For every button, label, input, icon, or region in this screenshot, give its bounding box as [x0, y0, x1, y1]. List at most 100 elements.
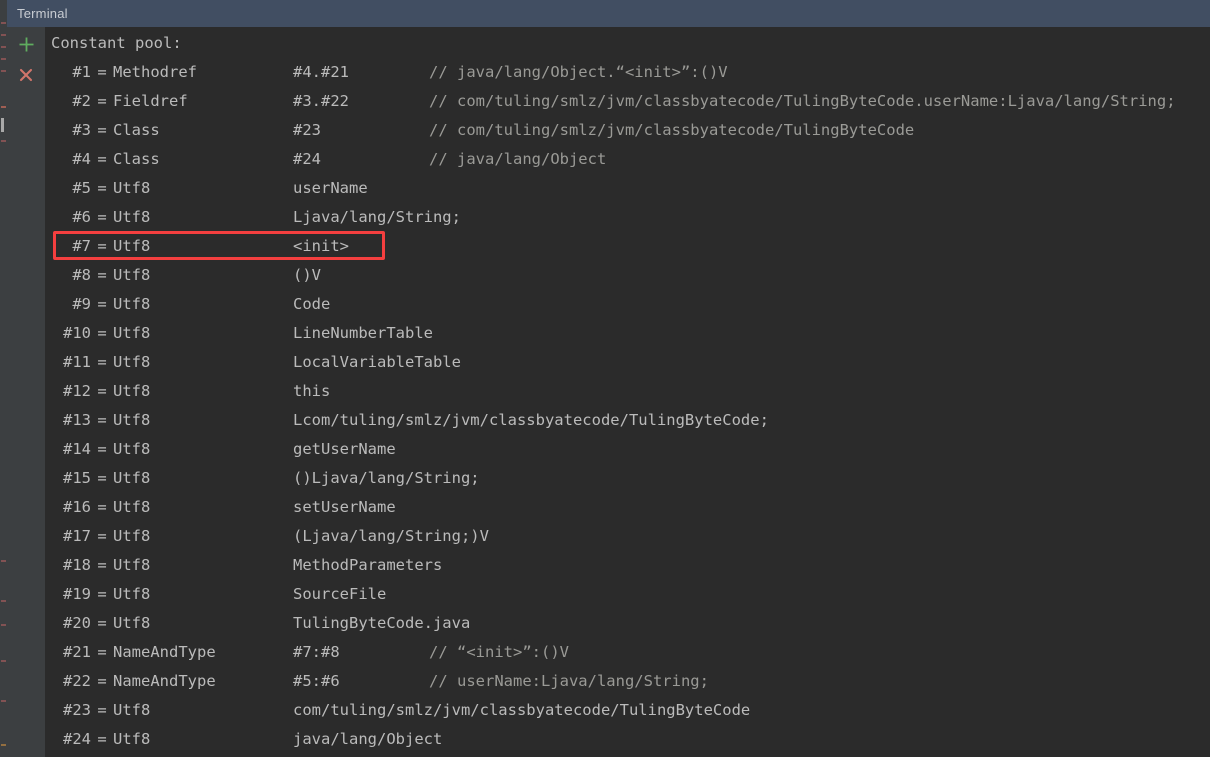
constant-pool-entry: #8 = Utf8 ()V [51, 261, 321, 290]
entry-equals: = [97, 440, 107, 458]
entry-index: #23 [63, 701, 91, 719]
entry-equals: = [97, 237, 107, 255]
caret-position-marker [1, 118, 4, 132]
analysis-marker [1, 600, 6, 602]
entry-type: Utf8 [113, 266, 151, 284]
constant-pool-entry: #3 = Class #23 // com/tuling/smlz/jvm/classb… [51, 116, 914, 145]
entry-comment: // com/tuling/smlz/jvm/classbyatecode/Tu… [429, 92, 1176, 110]
constant-pool-entry: #19 = Utf8 SourceFile [51, 580, 386, 609]
entry-type: Utf8 [113, 527, 151, 545]
entry-index: #18 [63, 556, 91, 574]
entry-equals: = [97, 324, 107, 342]
entry-index: #12 [63, 382, 91, 400]
terminal-output[interactable]: Constant pool: #1 = Methodref #4.#21 // java… [46, 27, 1210, 757]
entry-value: LineNumberTable [293, 324, 433, 342]
entry-equals: = [97, 266, 107, 284]
constant-pool-entry: #7 = Utf8 <init> [51, 232, 349, 261]
constant-pool-entry: #20 = Utf8 TulingByteCode.java [51, 609, 470, 638]
entry-type: Utf8 [113, 730, 151, 748]
entry-equals: = [97, 63, 107, 81]
entry-index: #3 [72, 121, 91, 139]
constant-pool-header: Constant pool: [51, 34, 182, 52]
constant-pool-entry: #15 = Utf8 ()Ljava/lang/String; [51, 464, 480, 493]
constant-pool-entry: #21 = NameAndType #7:#8 // “<init>”:()V [51, 638, 569, 667]
entry-type: Utf8 [113, 440, 151, 458]
entry-value: #23 [293, 121, 321, 139]
entry-value: SourceFile [293, 585, 387, 603]
entry-type: Utf8 [113, 324, 151, 342]
constant-pool-entry: #10 = Utf8 LineNumberTable [51, 319, 433, 348]
entry-equals: = [97, 353, 107, 371]
entry-type: Utf8 [113, 469, 151, 487]
entry-value: getUserName [293, 440, 396, 458]
entry-type: Utf8 [113, 701, 151, 719]
entry-index: #15 [63, 469, 91, 487]
editor-marker-strip[interactable] [0, 0, 7, 757]
entry-equals: = [97, 527, 107, 545]
entry-type: Utf8 [113, 411, 151, 429]
entry-type: Utf8 [113, 208, 151, 226]
tab-terminal[interactable]: Terminal [17, 5, 68, 22]
constant-pool-entry: #22 = NameAndType #5:#6 // userName:Ljava/la… [51, 667, 709, 696]
entry-value: #24 [293, 150, 321, 168]
close-session-button[interactable] [14, 63, 38, 87]
constant-pool-entry: #23 = Utf8 com/tuling/smlz/jvm/classbyateco… [51, 696, 750, 725]
entry-index: #9 [72, 295, 91, 313]
entry-index: #14 [63, 440, 91, 458]
entry-equals: = [97, 295, 107, 313]
entry-type: Utf8 [113, 295, 151, 313]
ide-terminal-window: Terminal Constant pool: #1 = Methodref #4.#… [0, 0, 1210, 757]
entry-index: #10 [63, 324, 91, 342]
entry-value: setUserName [293, 498, 396, 516]
analysis-marker [1, 106, 6, 108]
constant-pool-entry: #9 = Utf8 Code [51, 290, 330, 319]
entry-index: #4 [72, 150, 91, 168]
entry-type: Utf8 [113, 237, 151, 255]
entry-equals: = [97, 672, 107, 690]
constant-pool-entry: #5 = Utf8 userName [51, 174, 368, 203]
entry-index: #19 [63, 585, 91, 603]
entry-index: #16 [63, 498, 91, 516]
entry-index: #24 [63, 730, 91, 748]
entry-type: NameAndType [113, 672, 216, 690]
plus-icon [18, 36, 35, 53]
entry-index: #22 [63, 672, 91, 690]
entry-value: userName [293, 179, 368, 197]
entry-comment: // java/lang/Object.“<init>”:()V [429, 63, 728, 81]
entry-type: Utf8 [113, 614, 151, 632]
entry-equals: = [97, 121, 107, 139]
entry-type: Utf8 [113, 382, 151, 400]
entry-value: ()Ljava/lang/String; [293, 469, 480, 487]
entry-index: #20 [63, 614, 91, 632]
constant-pool-entry: #16 = Utf8 setUserName [51, 493, 396, 522]
analysis-marker [1, 624, 6, 626]
entry-equals: = [97, 469, 107, 487]
entry-value: java/lang/Object [293, 730, 443, 748]
entry-value: Code [293, 295, 331, 313]
analysis-marker [1, 660, 6, 662]
entry-equals: = [97, 585, 107, 603]
entry-equals: = [97, 614, 107, 632]
constant-pool-entry: #6 = Utf8 Ljava/lang/String; [51, 203, 461, 232]
entry-equals: = [97, 382, 107, 400]
analysis-marker [1, 140, 6, 142]
constant-pool-entry: #24 = Utf8 java/lang/Object [51, 725, 442, 754]
entry-value: #7:#8 [293, 643, 340, 661]
entry-index: #2 [72, 92, 91, 110]
constant-pool-entry: #14 = Utf8 getUserName [51, 435, 396, 464]
constant-pool-entry: #12 = Utf8 this [51, 377, 330, 406]
terminal-titlebar: Terminal [7, 0, 1210, 27]
new-session-button[interactable] [14, 32, 38, 56]
entry-equals: = [97, 411, 107, 429]
constant-pool-entry: #18 = Utf8 MethodParameters [51, 551, 442, 580]
constant-pool-entry: #17 = Utf8 (Ljava/lang/String;)V [51, 522, 489, 551]
entry-comment: // com/tuling/smlz/jvm/classbyatecode/Tu… [429, 121, 915, 139]
constant-pool-entry: #1 = Methodref #4.#21 // java/lang/Object.“<… [51, 58, 728, 87]
entry-equals: = [97, 556, 107, 574]
entry-type: NameAndType [113, 643, 216, 661]
entry-value: TulingByteCode.java [293, 614, 471, 632]
analysis-marker [1, 560, 6, 562]
constant-pool-entry: #2 = Fieldref #3.#22 // com/tuling/smlz/jvm/… [51, 87, 1176, 116]
entry-equals: = [97, 179, 107, 197]
entry-type: Methodref [113, 63, 197, 81]
